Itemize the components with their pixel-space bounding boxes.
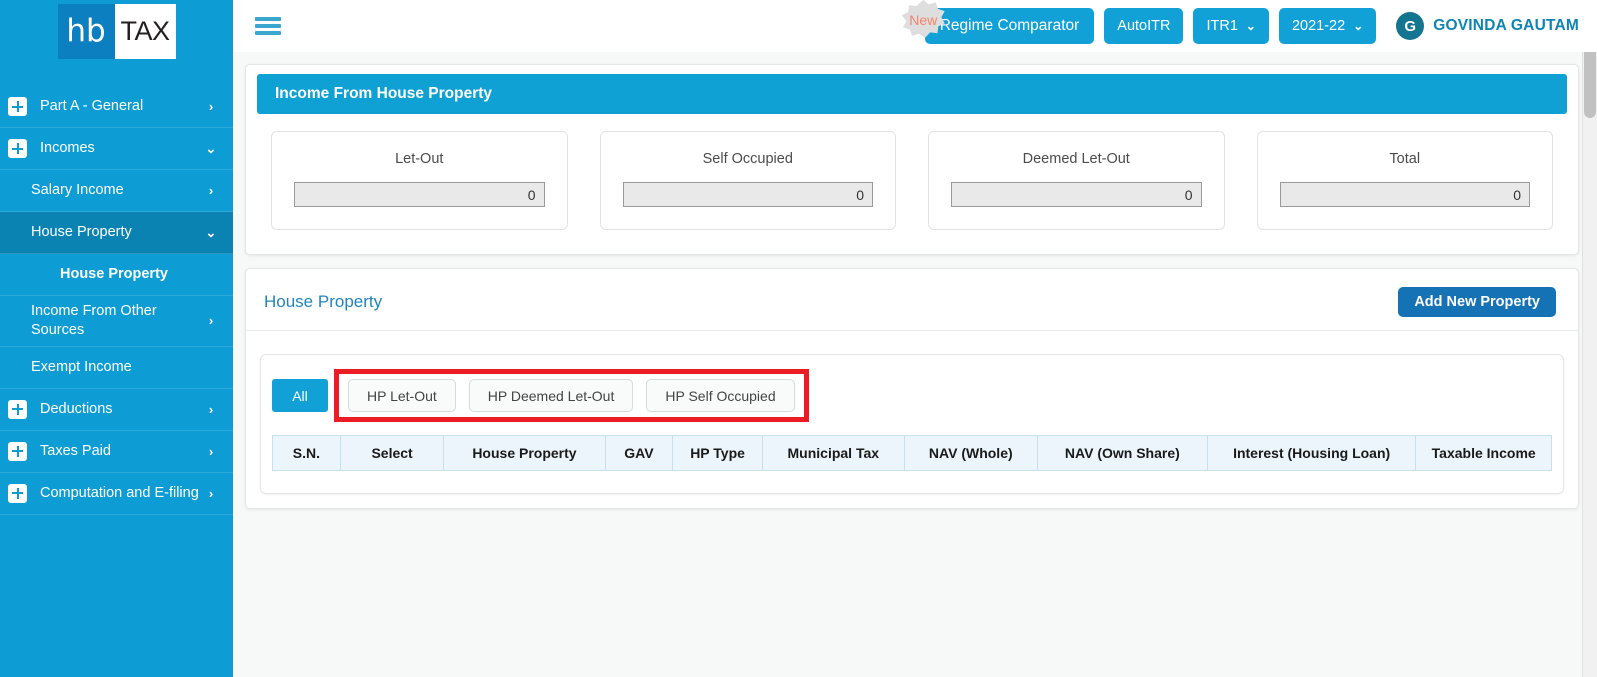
filter-tabs: All HP Let-Out HP Deemed Let-Out HP Self… xyxy=(272,369,1552,422)
sidebar-nav: Part A - General › Incomes ⌄ Salary Inco… xyxy=(0,86,233,515)
total-value-input[interactable] xyxy=(1279,182,1530,207)
sidebar-subitem-house-property[interactable]: House Property xyxy=(0,254,233,296)
sidebar: hb TAX Part A - General › Incomes ⌄ Sala… xyxy=(0,0,233,677)
deemed-let-out-value-input[interactable] xyxy=(951,182,1202,207)
plus-icon xyxy=(8,399,27,419)
sidebar-item-label: Computation and E-filing xyxy=(40,484,199,501)
sidebar-item-label: Income From Other Sources xyxy=(31,303,157,338)
chevron-right-icon: › xyxy=(208,313,214,329)
house-property-title: House Property xyxy=(264,292,383,311)
sidebar-item-taxes-paid[interactable]: Taxes Paid › xyxy=(0,431,233,473)
let-out-value-input[interactable] xyxy=(294,182,545,207)
plus-icon xyxy=(8,97,27,116)
sidebar-item-income-from-other-sources[interactable]: Income From Other Sources › xyxy=(0,296,233,347)
column-header-sn[interactable]: S.N. xyxy=(272,435,341,471)
sidebar-item-computation-and-efiling[interactable]: Computation and E-filing › xyxy=(0,473,233,515)
self-occupied-value-input[interactable] xyxy=(622,182,873,207)
sidebar-item-label: Deductions xyxy=(40,400,113,417)
chevron-down-icon: ⌄ xyxy=(1245,19,1256,33)
chevron-down-icon: ⌄ xyxy=(205,140,217,156)
regime-comparator-button[interactable]: Regime Comparator xyxy=(924,8,1095,44)
chevron-right-icon: › xyxy=(208,99,214,114)
sidebar-item-label: Part A - General xyxy=(40,98,144,115)
chevron-right-icon: › xyxy=(208,443,214,459)
summary-label: Deemed Let-Out xyxy=(1022,151,1130,167)
column-header-gav[interactable]: GAV xyxy=(604,435,674,471)
chevron-right-icon: › xyxy=(208,183,214,198)
brand-logo[interactable]: hb TAX xyxy=(0,0,233,62)
sidebar-item-house-property[interactable]: House Property ⌄ xyxy=(0,212,233,254)
chevron-right-icon: › xyxy=(208,485,214,501)
house-property-header: House Property Add New Property xyxy=(246,269,1578,331)
column-header-hp-type[interactable]: HP Type xyxy=(672,435,763,471)
regime-comparator-wrap: New Regime Comparator xyxy=(901,0,1095,44)
sidebar-item-salary-income[interactable]: Salary Income › xyxy=(0,170,233,212)
house-property-table: S.N. Select House Property GAV HP Type M… xyxy=(272,435,1552,471)
assessment-year-label: 2021-22 xyxy=(1291,18,1346,34)
sidebar-item-label: Taxes Paid xyxy=(40,442,111,459)
summary-cards-row: Let-Out Self Occupied Deemed Let-Out Tot… xyxy=(246,114,1578,254)
tab-hp-let-out[interactable]: HP Let-Out xyxy=(348,379,456,412)
logo-tax-text: TAX xyxy=(114,3,176,59)
sidebar-item-label: Salary Income xyxy=(31,182,124,199)
column-header-taxable-income[interactable]: Taxable Income xyxy=(1415,435,1552,471)
regime-comparator-label: Regime Comparator xyxy=(939,17,1080,34)
sidebar-item-label: House Property xyxy=(60,266,168,283)
column-header-select[interactable]: Select xyxy=(339,435,445,471)
sidebar-item-deductions[interactable]: Deductions › xyxy=(0,389,233,431)
application-window: hb TAX Part A - General › Incomes ⌄ Sala… xyxy=(0,0,1597,677)
avatar: G xyxy=(1396,12,1425,40)
annotation-highlight-box: HP Let-Out HP Deemed Let-Out HP Self Occ… xyxy=(334,369,809,422)
column-header-nav-whole[interactable]: NAV (Whole) xyxy=(903,435,1038,471)
auto-itr-button[interactable]: AutoITR xyxy=(1104,8,1184,44)
page-scrollbar[interactable] xyxy=(1582,0,1597,677)
sidebar-item-incomes[interactable]: Incomes ⌄ xyxy=(0,128,233,170)
assessment-year-dropdown[interactable]: 2021-22 ⌄ xyxy=(1278,8,1377,44)
new-badge: New xyxy=(901,0,945,40)
sidebar-item-exempt-income[interactable]: Exempt Income xyxy=(0,347,233,389)
logo-hb-text: hb xyxy=(57,3,115,59)
user-name-label: GOVINDA GAUTAM xyxy=(1433,17,1579,34)
summary-card-total: Total xyxy=(1256,131,1553,230)
main-area: New Regime Comparator AutoITR ITR1 ⌄ 202… xyxy=(233,0,1597,677)
column-header-interest-housing-loan[interactable]: Interest (Housing Loan) xyxy=(1206,435,1417,471)
house-property-card: House Property Add New Property All HP L… xyxy=(245,268,1579,509)
sidebar-item-label: Incomes xyxy=(40,140,95,157)
panel-title: Income From House Property xyxy=(257,74,1567,114)
chevron-right-icon: › xyxy=(208,401,214,417)
chevron-down-icon: ⌄ xyxy=(205,224,217,240)
tab-hp-self-occupied[interactable]: HP Self Occupied xyxy=(646,379,795,412)
summary-card-deemed-let-out: Deemed Let-Out xyxy=(928,131,1225,230)
summary-label: Total xyxy=(1389,151,1421,167)
auto-itr-label: AutoITR xyxy=(1117,18,1171,34)
content-area: Income From House Property Let-Out Self … xyxy=(233,52,1597,677)
chevron-down-icon: ⌄ xyxy=(1353,19,1364,33)
user-menu[interactable]: G GOVINDA GAUTAM xyxy=(1396,12,1579,40)
column-header-nav-own-share[interactable]: NAV (Own Share) xyxy=(1036,435,1208,471)
summary-label: Self Occupied xyxy=(702,151,793,167)
column-header-municipal-tax[interactable]: Municipal Tax xyxy=(761,435,905,471)
tab-all[interactable]: All xyxy=(272,379,328,412)
house-property-table-panel: All HP Let-Out HP Deemed Let-Out HP Self… xyxy=(260,354,1564,494)
plus-icon xyxy=(8,441,27,461)
sidebar-item-label: Exempt Income xyxy=(31,358,132,375)
summary-card-let-out: Let-Out xyxy=(271,131,568,230)
itr-form-label: ITR1 xyxy=(1206,18,1238,34)
sidebar-item-part-a-general[interactable]: Part A - General › xyxy=(0,86,233,128)
plus-icon xyxy=(8,483,27,503)
header-actions: New Regime Comparator AutoITR ITR1 ⌄ 202… xyxy=(901,0,1579,44)
itr-form-dropdown[interactable]: ITR1 ⌄ xyxy=(1193,8,1269,44)
table-header-row: S.N. Select House Property GAV HP Type M… xyxy=(272,435,1552,471)
sidebar-item-label: House Property xyxy=(31,224,132,241)
top-header: New Regime Comparator AutoITR ITR1 ⌄ 202… xyxy=(233,0,1597,52)
add-new-property-button[interactable]: Add New Property xyxy=(1398,287,1556,317)
tab-hp-deemed-let-out[interactable]: HP Deemed Let-Out xyxy=(468,379,634,412)
plus-icon xyxy=(8,139,27,158)
summary-card-self-occupied: Self Occupied xyxy=(599,131,896,230)
new-badge-label: New xyxy=(909,12,938,28)
hamburger-icon[interactable] xyxy=(255,16,281,36)
summary-label: Let-Out xyxy=(395,151,444,167)
column-header-house-property[interactable]: House Property xyxy=(443,435,606,471)
income-summary-card: Income From House Property Let-Out Self … xyxy=(245,64,1579,255)
